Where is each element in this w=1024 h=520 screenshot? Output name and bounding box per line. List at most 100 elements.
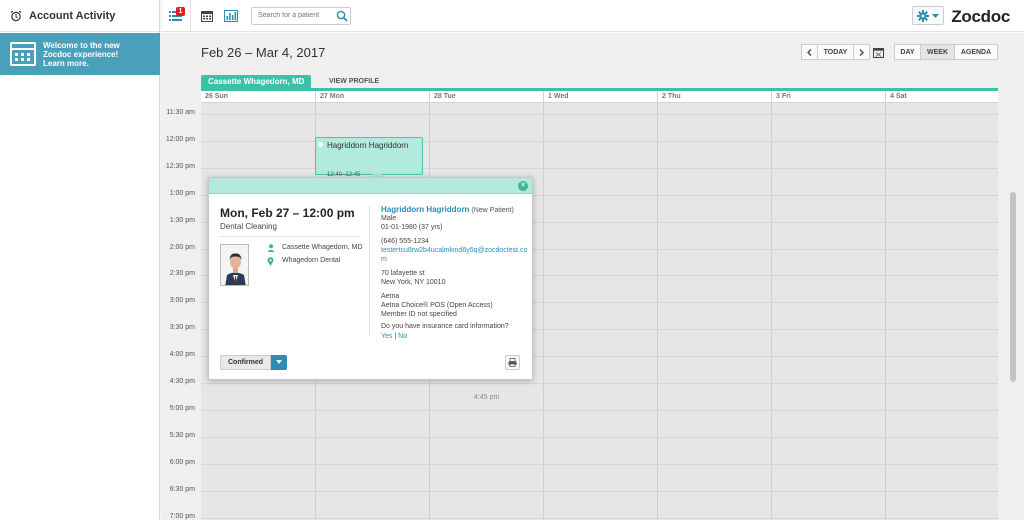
hour-gridline xyxy=(201,409,998,411)
today-button[interactable]: TODAY xyxy=(817,44,854,60)
appointment-details-popup: ✕ Mon, Feb 27 – 12:00 pm Dental Cleaning… xyxy=(208,177,533,380)
account-activity-header[interactable]: Account Activity xyxy=(0,0,159,32)
provider-row: Cassette Whagedorn, MD VIEW PROFILE xyxy=(201,75,998,91)
location-pin-icon xyxy=(267,257,274,268)
calendar-view-button[interactable] xyxy=(195,0,219,32)
hour-gridline xyxy=(201,463,998,465)
patient-address-line2: New York, NY 10010 xyxy=(381,279,446,286)
time-label: 6:30 pm xyxy=(169,485,195,493)
time-label: 2:30 pm xyxy=(169,270,195,278)
popup-header: ✕ xyxy=(209,178,532,194)
prev-week-button[interactable] xyxy=(801,44,818,60)
view-profile-link[interactable]: VIEW PROFILE xyxy=(329,78,379,85)
next-week-button[interactable] xyxy=(853,44,870,60)
welcome-banner[interactable]: Welcome to the new Zocdoc experience! Le… xyxy=(0,33,160,75)
chevron-left-icon xyxy=(807,48,812,56)
insurance-carrier: Aetna xyxy=(381,293,400,300)
appointment-type: Dental Cleaning xyxy=(220,222,277,231)
time-label: 5:30 pm xyxy=(169,431,195,439)
printer-icon xyxy=(508,358,517,367)
time-label: 2:00 pm xyxy=(169,243,195,251)
divider xyxy=(220,236,360,237)
yes-link[interactable]: Yes xyxy=(381,333,392,340)
day-column-divider xyxy=(771,103,772,520)
patient-email-link-continued[interactable]: m xyxy=(381,256,387,263)
day-header-4[interactable]: 2 Thu xyxy=(657,91,771,103)
patient-email-link[interactable]: testertcu8rw2b4ucalmkind6y5q@zocdoctest.… xyxy=(381,247,527,254)
day-header-0[interactable]: 26 Sun xyxy=(201,91,315,103)
banner-learn-more-link[interactable]: Learn more. xyxy=(43,59,148,68)
bar-chart-icon xyxy=(224,9,238,22)
hour-gridline xyxy=(201,517,998,519)
close-icon[interactable]: ✕ xyxy=(518,181,528,191)
insurance-plan: Aetna Choice® POS (Open Access) xyxy=(381,302,493,309)
time-label: 6:00 pm xyxy=(169,458,195,466)
hour-gridline xyxy=(201,490,998,492)
patient-search-box[interactable] xyxy=(251,6,351,25)
calendar-scrollbar[interactable] xyxy=(1008,100,1018,520)
gear-icon xyxy=(917,9,929,22)
patient-gender: Male xyxy=(381,215,397,222)
day-column-divider xyxy=(657,103,658,520)
patient-address-line1: 70 lafayette st xyxy=(381,270,425,277)
time-label: 1:00 pm xyxy=(169,189,195,197)
time-label: 1:30 pm xyxy=(169,216,195,224)
doctor-portrait-image xyxy=(221,245,248,285)
view-week-button[interactable]: WEEK xyxy=(920,44,955,60)
patient-search-input[interactable] xyxy=(258,12,332,19)
view-day-button[interactable]: DAY xyxy=(894,44,921,60)
time-label: 7:00 pm xyxy=(169,512,195,520)
caret-down-icon[interactable] xyxy=(271,355,287,370)
time-label: 12:00 pm xyxy=(165,135,195,143)
account-activity-title: Account Activity xyxy=(29,9,116,22)
day-header-3[interactable]: 1 Wed xyxy=(543,91,657,103)
insurance-card-question: Do you have insurance card information? xyxy=(381,323,509,330)
zocdoc-logo[interactable]: Zocdoc xyxy=(951,7,1010,27)
sidebar: Account Activity Welcome to the new Zocd… xyxy=(0,0,160,520)
doctor-name: Cassette Whagedorn, MD xyxy=(282,244,363,251)
date-range-title: Feb 26 – Mar 4, 2017 xyxy=(201,45,326,60)
search-icon[interactable] xyxy=(336,10,348,22)
day-header-6[interactable]: 4 Sat xyxy=(885,91,998,103)
time-label: 5:00 pm xyxy=(169,404,195,412)
doctor-photo xyxy=(220,244,249,286)
print-button[interactable] xyxy=(505,355,520,370)
provider-name-tab[interactable]: Cassette Whagedorn, MD xyxy=(201,75,312,88)
top-bar: 1 Zocdoc xyxy=(161,0,1024,32)
calendar-grid-icon xyxy=(201,10,213,22)
settings-dropdown-button[interactable] xyxy=(912,6,944,25)
scrollbar-thumb[interactable] xyxy=(1010,192,1016,382)
appointment-block[interactable]: Hagriddorn Hagriddorn 12:40–12:45 xyxy=(315,137,423,178)
day-column-divider xyxy=(885,103,886,520)
reports-button[interactable] xyxy=(219,0,243,32)
view-agenda-button[interactable]: AGENDA xyxy=(954,44,998,60)
new-patient-label: (New Patient) xyxy=(471,207,514,214)
day-header-2[interactable]: 28 Tue xyxy=(429,91,543,103)
time-label: 12:30 pm xyxy=(165,162,195,170)
answer-separator: | xyxy=(394,333,397,340)
day-header-1[interactable]: 27 Mon xyxy=(315,91,429,103)
time-label: 4:30 pm xyxy=(169,378,195,385)
popup-pointer xyxy=(370,170,384,177)
insurance-member-id: Member ID not specified xyxy=(381,311,457,318)
current-time-marker: 4:45 pm xyxy=(474,394,500,401)
time-label: 3:30 pm xyxy=(169,324,195,332)
status-dropdown[interactable]: Confirmed xyxy=(220,355,287,370)
day-column-divider xyxy=(543,103,544,520)
banner-text: Welcome to the new Zocdoc experience! Le… xyxy=(43,41,148,68)
status-label[interactable]: Confirmed xyxy=(220,355,271,370)
insurance-card-answer-row: Yes | No xyxy=(381,333,407,340)
date-picker-button[interactable] xyxy=(870,44,887,60)
hour-gridline xyxy=(201,114,998,115)
day-header-5[interactable]: 3 Fri xyxy=(771,91,885,103)
alarm-clock-icon xyxy=(10,10,22,21)
task-list-button[interactable]: 1 xyxy=(161,0,191,32)
hour-gridline xyxy=(201,383,998,384)
appointment-status-dot xyxy=(318,142,323,147)
time-label: 3:00 pm xyxy=(169,297,195,305)
day-header-row: 26 Sun 27 Mon 28 Tue 1 Wed 2 Thu 3 Fri 4 Sat xyxy=(201,91,998,103)
hour-gridline xyxy=(201,436,998,438)
practice-location: Whagedorn Dental xyxy=(282,257,341,264)
no-link[interactable]: No xyxy=(398,333,407,340)
patient-name-link[interactable]: Hagriddorn Hagriddorn xyxy=(381,205,469,214)
